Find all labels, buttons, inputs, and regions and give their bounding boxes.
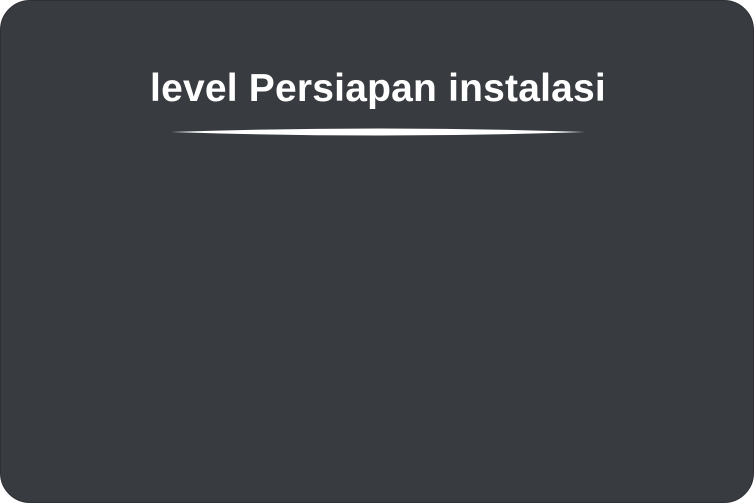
card-title: level Persiapan instalasi — [150, 67, 606, 110]
title-underline — [171, 128, 585, 136]
level-card: level Persiapan instalasi — [0, 0, 754, 503]
